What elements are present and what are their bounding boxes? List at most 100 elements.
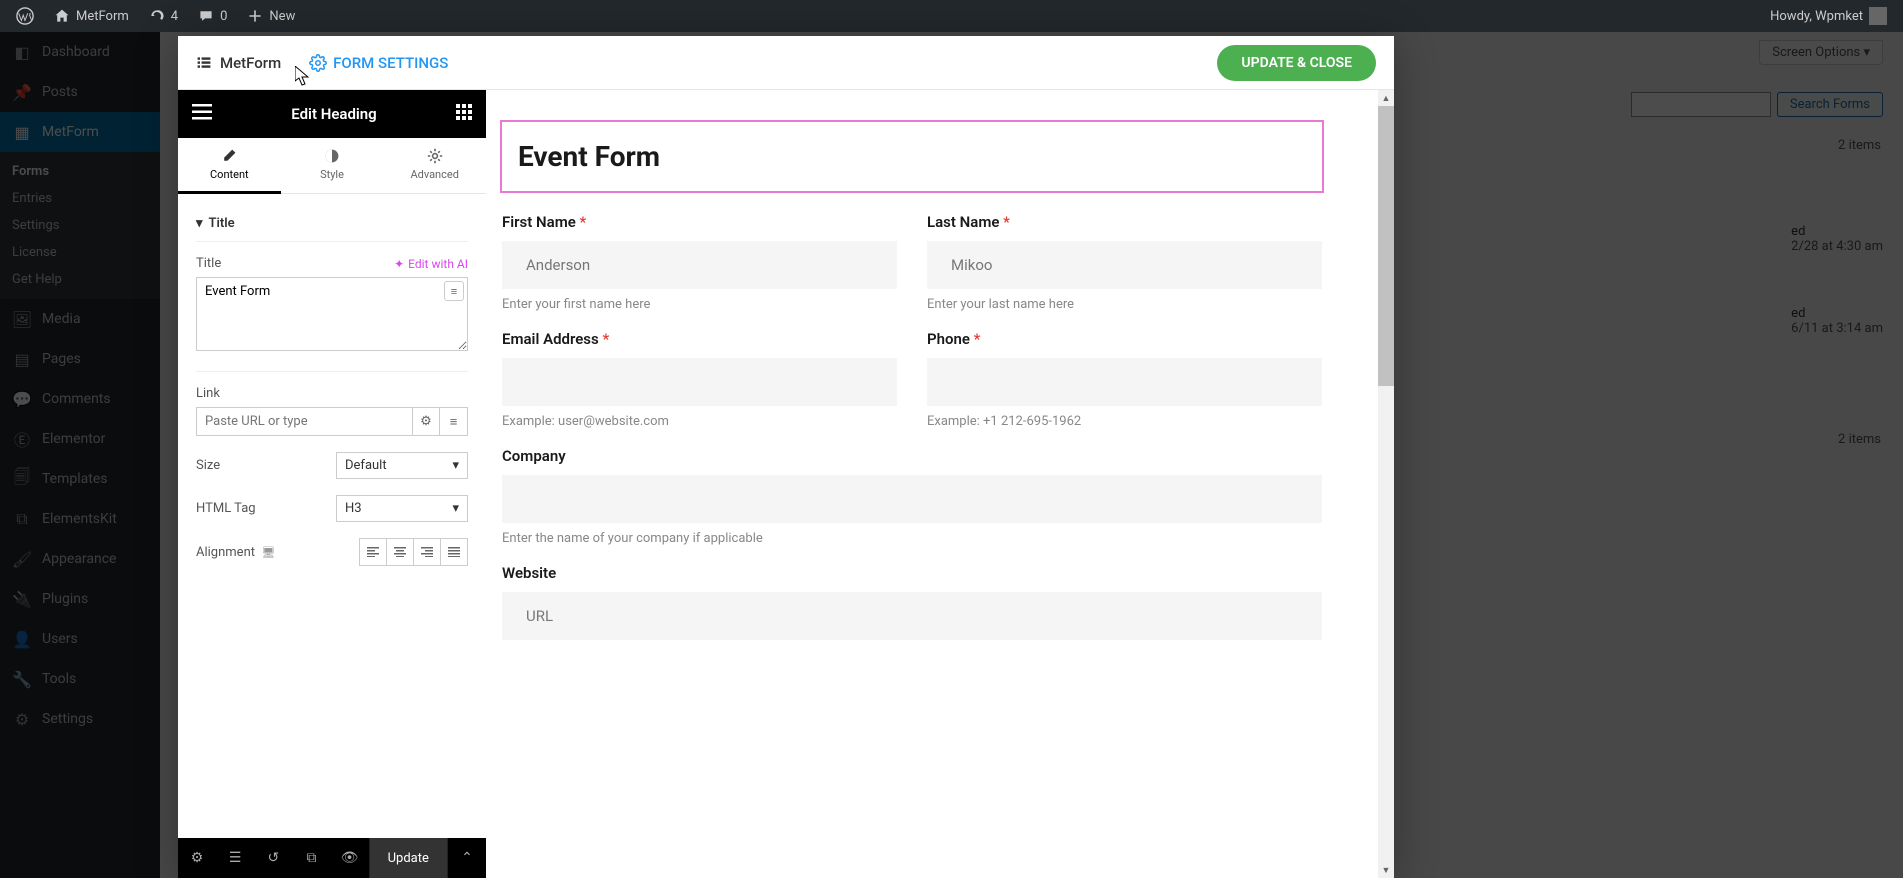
settings-icon[interactable]: ⚙ bbox=[178, 838, 216, 878]
alignment-field-label: Alignment 🖥 bbox=[196, 545, 275, 560]
last-name-help: Enter your last name here bbox=[927, 297, 1322, 312]
panel-footer: ⚙ ☰ ↺ ⧉ 👁 Update ⌃ bbox=[178, 838, 486, 878]
scrollbar-track[interactable]: ▲ ▼ bbox=[1378, 90, 1394, 878]
company-field: Company Enter the name of your company i… bbox=[502, 447, 1322, 546]
chevron-down-icon: ▾ bbox=[452, 501, 459, 516]
dynamic-icon[interactable]: ≡ bbox=[444, 281, 464, 301]
company-help: Enter the name of your company if applic… bbox=[502, 531, 1322, 546]
new-text: New bbox=[269, 9, 295, 24]
align-left-button[interactable] bbox=[359, 538, 387, 566]
align-justify-icon bbox=[448, 547, 460, 557]
last-name-field: Last Name * Enter your last name here bbox=[927, 213, 1322, 312]
avatar bbox=[1869, 7, 1887, 25]
first-name-help: Enter your first name here bbox=[502, 297, 897, 312]
heading-widget[interactable]: Event Form bbox=[500, 120, 1324, 193]
form-heading: Event Form bbox=[518, 140, 1306, 173]
scroll-down-arrow[interactable]: ▼ bbox=[1378, 862, 1394, 878]
align-right-button[interactable] bbox=[413, 538, 441, 566]
website-input[interactable] bbox=[502, 592, 1322, 640]
brand-text: MetForm bbox=[220, 54, 281, 72]
email-help: Example: user@website.com bbox=[502, 414, 897, 429]
align-center-icon bbox=[394, 547, 406, 557]
hamburger-icon[interactable] bbox=[192, 104, 212, 124]
tab-advanced[interactable]: Advanced bbox=[383, 138, 486, 193]
link-input[interactable] bbox=[196, 407, 412, 436]
alignment-group bbox=[359, 538, 468, 566]
first-name-field: First Name * Enter your first name here bbox=[502, 213, 897, 312]
website-field: Website bbox=[502, 564, 1322, 640]
edit-with-ai-link[interactable]: ✦ Edit with AI bbox=[394, 257, 468, 271]
wp-logo[interactable] bbox=[8, 0, 42, 32]
editor-panel: Edit Heading Content Style Advanced ▾ Ti… bbox=[178, 90, 486, 878]
form-settings-text: FORM SETTINGS bbox=[333, 54, 448, 72]
email-input[interactable] bbox=[502, 358, 897, 406]
company-label: Company bbox=[502, 447, 1322, 465]
update-button[interactable]: Update bbox=[369, 838, 448, 878]
update-close-button[interactable]: UPDATE & CLOSE bbox=[1217, 45, 1376, 81]
phone-help: Example: +1 212-695-1962 bbox=[927, 414, 1322, 429]
tab-label: Advanced bbox=[410, 168, 458, 181]
updates-count: 4 bbox=[171, 9, 178, 24]
comments-link[interactable]: 0 bbox=[190, 0, 235, 32]
link-options-icon[interactable]: ⚙ bbox=[412, 407, 440, 436]
preview-area: ▲ ▼ Event Form First Name * Enter your f… bbox=[486, 90, 1394, 878]
chevron-down-icon: ▾ bbox=[452, 458, 459, 473]
email-label: Email Address * bbox=[502, 330, 897, 348]
editor-modal: MetForm FORM SETTINGS UPDATE & CLOSE Edi… bbox=[178, 36, 1394, 878]
widgets-icon[interactable] bbox=[456, 104, 472, 124]
align-justify-button[interactable] bbox=[440, 538, 468, 566]
phone-input[interactable] bbox=[927, 358, 1322, 406]
wp-admin-bar: MetForm 4 0 New Howdy, Wpmket bbox=[0, 0, 1903, 32]
panel-header: Edit Heading bbox=[178, 90, 486, 138]
updates-link[interactable]: 4 bbox=[141, 0, 186, 32]
phone-label: Phone * bbox=[927, 330, 1322, 348]
htmltag-value: H3 bbox=[345, 501, 362, 516]
responsive-icon[interactable]: ⧉ bbox=[292, 838, 330, 878]
section-title[interactable]: ▾ Title bbox=[196, 206, 468, 242]
tab-content[interactable]: Content bbox=[178, 138, 281, 194]
title-textarea[interactable] bbox=[196, 277, 468, 351]
gear-icon bbox=[309, 54, 327, 72]
scroll-up-arrow[interactable]: ▲ bbox=[1378, 90, 1394, 106]
list-icon bbox=[196, 55, 212, 71]
new-link[interactable]: New bbox=[239, 0, 303, 32]
site-name-text: MetForm bbox=[76, 9, 129, 24]
size-field-label: Size bbox=[196, 458, 220, 473]
howdy-text: Howdy, Wpmket bbox=[1770, 9, 1863, 24]
scrollbar-thumb[interactable] bbox=[1378, 106, 1394, 386]
site-name-link[interactable]: MetForm bbox=[46, 0, 137, 32]
tab-style[interactable]: Style bbox=[281, 138, 384, 193]
last-name-input[interactable] bbox=[927, 241, 1322, 289]
size-select[interactable]: Default▾ bbox=[336, 452, 468, 479]
email-field: Email Address * Example: user@website.co… bbox=[502, 330, 897, 429]
htmltag-select[interactable]: H3 ▾ bbox=[336, 495, 468, 522]
brand: MetForm bbox=[196, 54, 281, 72]
publish-options-icon[interactable]: ⌃ bbox=[448, 838, 486, 878]
phone-field: Phone * Example: +1 212-695-1962 bbox=[927, 330, 1322, 429]
website-label: Website bbox=[502, 564, 1322, 582]
navigator-icon[interactable]: ☰ bbox=[216, 838, 254, 878]
gear-icon bbox=[427, 148, 443, 164]
desktop-icon[interactable]: 🖥 bbox=[261, 546, 275, 559]
align-left-icon bbox=[367, 547, 379, 557]
tab-label: Style bbox=[320, 168, 344, 181]
align-center-button[interactable] bbox=[386, 538, 414, 566]
panel-content: ▾ Title Title ✦ Edit with AI ≡ Link bbox=[178, 194, 486, 838]
align-right-icon bbox=[421, 547, 433, 557]
ai-link-text: Edit with AI bbox=[408, 257, 468, 271]
last-name-label: Last Name * bbox=[927, 213, 1322, 231]
section-title-text: Title bbox=[209, 216, 235, 231]
comments-count: 0 bbox=[220, 9, 227, 24]
panel-title: Edit Heading bbox=[291, 105, 376, 123]
form-settings-link[interactable]: FORM SETTINGS bbox=[309, 54, 448, 72]
preview-icon[interactable]: 👁 bbox=[331, 838, 369, 878]
howdy-link[interactable]: Howdy, Wpmket bbox=[1762, 0, 1895, 32]
title-field-label: Title bbox=[196, 256, 221, 271]
company-input[interactable] bbox=[502, 475, 1322, 523]
tab-label: Content bbox=[210, 168, 249, 181]
first-name-input[interactable] bbox=[502, 241, 897, 289]
dynamic-icon[interactable]: ≡ bbox=[440, 407, 468, 436]
history-icon[interactable]: ↺ bbox=[254, 838, 292, 878]
link-field-label: Link bbox=[196, 386, 468, 401]
contrast-icon bbox=[324, 148, 340, 164]
